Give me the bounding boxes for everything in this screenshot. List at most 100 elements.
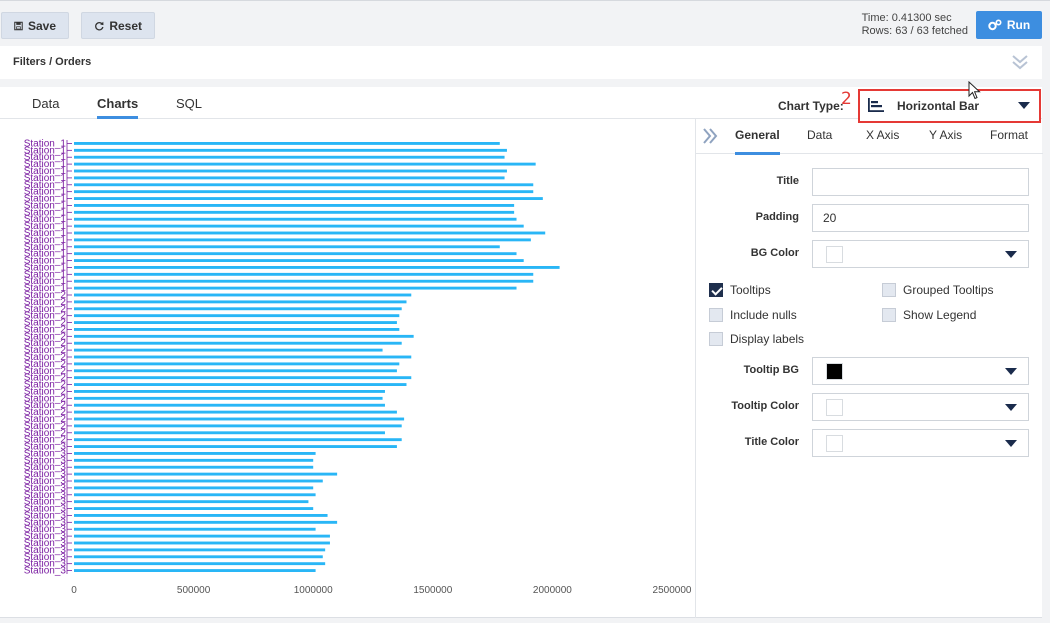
chart-bar[interactable]	[74, 362, 400, 366]
chart-bar[interactable]	[74, 341, 402, 345]
chart-bar[interactable]	[74, 569, 316, 572]
double-chevron-down-icon[interactable]	[1010, 52, 1030, 72]
chart-bar[interactable]	[74, 548, 326, 552]
chart-bar[interactable]	[74, 458, 314, 462]
chart-bar[interactable]	[74, 238, 531, 242]
chart-bar[interactable]	[74, 217, 517, 221]
settings-tabs: General Data X Axis Y Axis Format	[696, 119, 1043, 155]
x-tick-label: 1000000	[294, 585, 333, 596]
chart-bar[interactable]	[74, 224, 524, 228]
tab-data[interactable]: Data	[32, 96, 59, 111]
chart-bar[interactable]	[74, 293, 412, 297]
bg-color-select[interactable]	[812, 240, 1029, 268]
chart-bar[interactable]	[74, 417, 405, 421]
chart-bar[interactable]	[74, 190, 534, 194]
display-labels-checkbox[interactable]: Display labels	[709, 332, 804, 346]
chart-bar[interactable]	[74, 410, 397, 414]
chevron-down-icon	[1005, 251, 1017, 258]
chart-bar[interactable]	[74, 376, 412, 380]
chart-bar[interactable]	[74, 197, 543, 200]
settings-tab-x-axis[interactable]: X Axis	[866, 128, 899, 142]
chart-bar[interactable]	[74, 431, 385, 435]
chart-bar[interactable]	[74, 142, 500, 145]
checkbox-box[interactable]	[709, 283, 723, 297]
save-button[interactable]: Save	[1, 12, 69, 39]
tooltip-bg-select[interactable]	[812, 357, 1029, 385]
grouped-tooltips-checkbox[interactable]: Grouped Tooltips	[882, 283, 994, 297]
chart-bar[interactable]	[74, 321, 397, 324]
chart-bar[interactable]	[74, 438, 402, 442]
checkbox-box[interactable]	[709, 308, 723, 322]
chart-bar[interactable]	[74, 259, 524, 262]
checkbox-box[interactable]	[709, 332, 723, 346]
chart-bar[interactable]	[74, 452, 316, 455]
checkbox-box[interactable]	[882, 308, 896, 322]
run-button[interactable]: Run	[976, 11, 1042, 39]
chart-bar[interactable]	[74, 176, 505, 180]
chart-bar[interactable]	[74, 266, 560, 269]
chart-bar[interactable]	[74, 541, 330, 545]
chart-bar[interactable]	[74, 355, 412, 359]
chart-bar[interactable]	[74, 403, 385, 407]
chart-bar[interactable]	[74, 348, 383, 352]
tooltip-bg-swatch	[826, 363, 843, 380]
chart-bar[interactable]	[74, 514, 328, 517]
include-nulls-checkbox[interactable]: Include nulls	[709, 308, 797, 322]
chart-bar[interactable]	[74, 445, 397, 448]
chart-bar[interactable]	[74, 162, 536, 166]
padding-label: Padding	[755, 211, 799, 223]
chart-bar[interactable]	[74, 390, 385, 393]
chart-bar[interactable]	[74, 369, 397, 373]
chart-bar[interactable]	[74, 527, 316, 531]
chart-bar[interactable]	[74, 148, 507, 152]
chart-bar[interactable]	[74, 307, 402, 311]
chart-bar[interactable]	[74, 562, 326, 566]
chart-bar[interactable]	[74, 486, 314, 490]
chart-bar[interactable]	[74, 231, 546, 235]
chart-bar[interactable]	[74, 555, 323, 559]
tooltip-color-select[interactable]	[812, 393, 1029, 421]
chart-bar[interactable]	[74, 204, 515, 207]
chart-bar[interactable]	[74, 472, 338, 476]
chart-bar[interactable]	[74, 465, 314, 469]
chart-bar[interactable]	[74, 520, 338, 524]
chart-bar[interactable]	[74, 286, 517, 290]
settings-tab-data[interactable]: Data	[807, 128, 832, 142]
settings-tab-format[interactable]: Format	[990, 128, 1028, 142]
title-color-swatch	[826, 435, 843, 452]
chart-bar[interactable]	[74, 183, 534, 187]
tab-charts[interactable]: Charts	[97, 96, 139, 119]
filters-bar[interactable]: Filters / Orders	[0, 46, 1042, 79]
tab-sql[interactable]: SQL	[176, 96, 202, 111]
chart-bar[interactable]	[74, 272, 534, 276]
chart-bar[interactable]	[74, 300, 407, 304]
title-color-select[interactable]	[812, 429, 1029, 457]
settings-tab-general[interactable]: General	[735, 128, 780, 155]
chart-bar[interactable]	[74, 493, 316, 497]
chart-bar[interactable]	[74, 314, 400, 318]
chart-bar[interactable]	[74, 169, 507, 173]
chart-bar[interactable]	[74, 155, 505, 159]
chart-bar[interactable]	[74, 245, 500, 249]
chart-bar[interactable]	[74, 424, 402, 428]
chart-bar[interactable]	[74, 210, 515, 214]
chart-bar[interactable]	[74, 534, 330, 538]
chart-bar[interactable]	[74, 252, 517, 256]
title-input[interactable]	[812, 168, 1029, 196]
padding-input[interactable]: 20	[812, 204, 1029, 232]
chart-bar[interactable]	[74, 279, 534, 283]
checkbox-box[interactable]	[882, 283, 896, 297]
chart-bar[interactable]	[74, 479, 323, 483]
chart-bar[interactable]	[74, 383, 407, 386]
chart-bar[interactable]	[74, 507, 314, 510]
reset-button[interactable]: Reset	[81, 12, 155, 39]
chart-bar[interactable]	[74, 396, 383, 400]
double-chevron-right-icon[interactable]	[701, 127, 719, 145]
tooltips-checkbox[interactable]: Tooltips	[709, 283, 771, 297]
chart-bar[interactable]	[74, 334, 414, 338]
chart-bar[interactable]	[74, 328, 400, 331]
settings-tab-y-axis[interactable]: Y Axis	[929, 128, 962, 142]
chart-bar[interactable]	[74, 500, 309, 504]
chart-type-select[interactable]: Horizontal Bar	[858, 89, 1041, 123]
show-legend-checkbox[interactable]: Show Legend	[882, 308, 976, 322]
